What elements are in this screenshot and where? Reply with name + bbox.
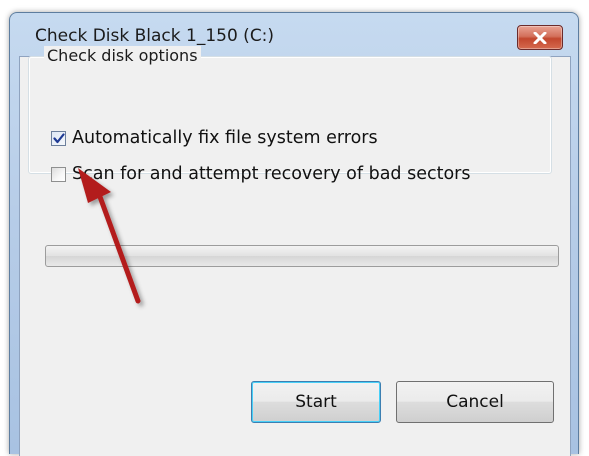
start-button[interactable]: Start <box>251 381 381 423</box>
close-button[interactable] <box>517 25 563 50</box>
progress-bar <box>45 245 559 267</box>
group-label: Check disk options <box>44 46 201 65</box>
option-scan-bad-sectors[interactable]: Scan for and attempt recovery of bad sec… <box>51 164 470 184</box>
checkmark-icon <box>52 132 65 143</box>
option-fix-errors[interactable]: Automatically fix file system errors <box>51 128 378 148</box>
close-x-icon <box>533 31 547 44</box>
fix-errors-checkbox[interactable] <box>51 130 66 146</box>
check-disk-options-group <box>28 56 552 174</box>
fix-errors-label: Automatically fix file system errors <box>72 128 378 148</box>
cancel-button[interactable]: Cancel <box>396 381 554 423</box>
dialog-title: Check Disk Black 1_150 (C:) <box>35 26 275 46</box>
scan-bad-sectors-checkbox[interactable] <box>51 166 66 182</box>
scan-bad-sectors-label: Scan for and attempt recovery of bad sec… <box>72 164 471 184</box>
